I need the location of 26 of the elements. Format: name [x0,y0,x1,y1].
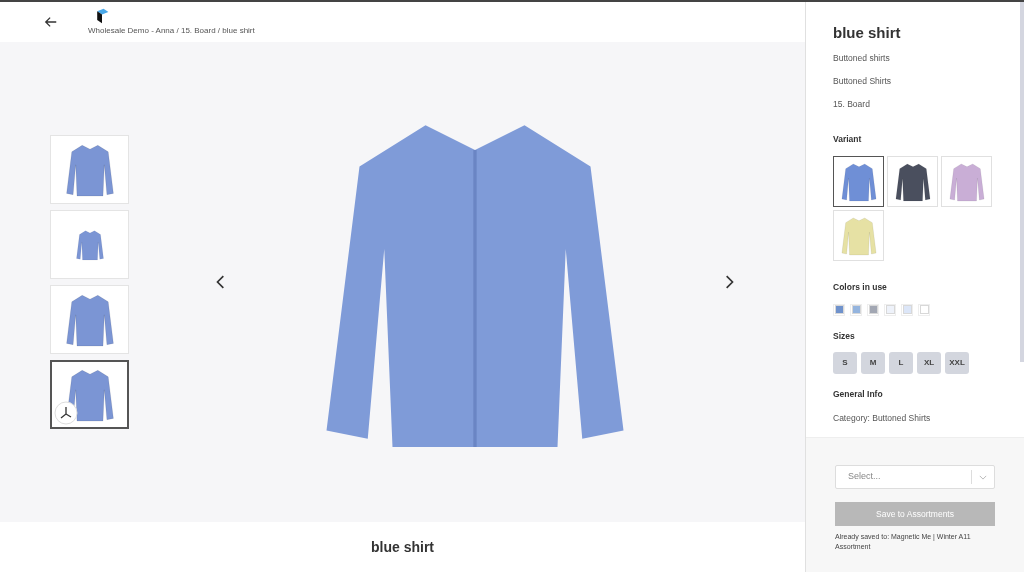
size-chip[interactable]: M [861,351,885,374]
category-text: Category: Buttoned Shirts [833,412,932,425]
section-label: Variant [833,133,863,146]
product-title: blue shirt [833,24,902,42]
breadcrumb: Wholesale Demo - Anna / 15. Board / blue shirt [88,25,255,37]
product-info: 15. Board [833,97,871,111]
scrollbar[interactable] [1020,2,1024,362]
axes-icon[interactable] [54,401,78,425]
thumbnail[interactable] [50,360,129,429]
chevron-down-icon [979,474,987,480]
variant-swatch[interactable] [833,156,884,207]
product-info: Buttoned shirts [833,52,891,65]
size-chip[interactable]: S [833,351,857,374]
product-info: Buttoned Shirts [833,74,893,88]
section-label: Sizes [833,329,856,343]
product-caption: blue shirt [371,537,434,557]
back-arrow-icon[interactable] [44,15,58,29]
chevron-right-icon[interactable] [725,274,735,290]
section-label: General Info [833,387,884,401]
section-label: Colors in use [833,281,888,294]
size-chip[interactable]: L [889,351,913,374]
chevron-left-icon[interactable] [215,274,225,290]
select-field[interactable]: Select... [835,465,995,489]
cube-logo-icon [94,7,110,25]
size-chip[interactable]: XL [917,351,941,374]
size-chip[interactable]: XXL [945,351,969,374]
